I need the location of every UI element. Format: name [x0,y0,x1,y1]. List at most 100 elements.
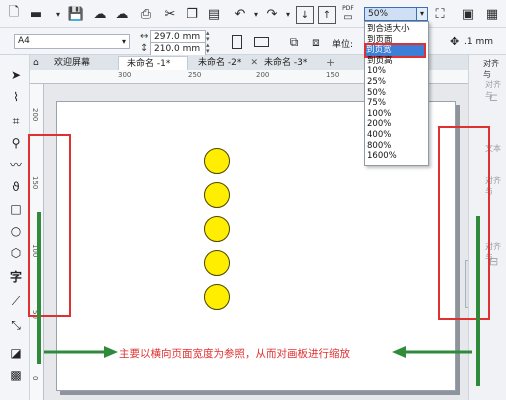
paste-icon[interactable]: ▤ [204,4,224,24]
page-size-select[interactable]: A4 ▾ [14,34,130,49]
landscape-icon[interactable] [254,37,269,47]
tab-untitled-2[interactable]: 未命名 -2* ✕ [190,56,262,70]
right-edge-highlight-box [438,126,490,320]
tab-label: 欢迎屏幕 [54,58,91,68]
nudge-distance-value[interactable]: .1 mm [464,37,493,47]
page-height-value: 210.0 mm [154,44,201,54]
new-document-icon[interactable]: 🗋 [4,4,24,24]
cloud-download-icon[interactable]: ☁ [112,4,132,24]
page-size-value: A4 [18,36,30,46]
all-pages-icon[interactable]: ⧉ [284,32,304,52]
yellow-circle[interactable] [204,148,230,174]
yellow-circle[interactable] [204,182,230,208]
zoom-option[interactable]: 75% [367,98,386,109]
right-page-edge-marker [476,216,480,386]
current-page-icon[interactable]: ⧈ [306,32,326,52]
annotation-text: 主要以横向页面宽度为参照，从而对画板进行缩放 [119,348,350,360]
zoom-dropdown-arrow-icon[interactable]: ▾ [416,7,428,21]
ruler-tick-label: 200 [256,71,270,79]
property-bar: A4 ▾ ↔ 297.0 mm ↕ 210.0 mm ▴ ▾ ▴ ▾ ⧉ ⧈ 单位: … [0,28,506,56]
zoom-option[interactable]: 到页高 [367,56,393,67]
pdf-label: PDF [342,5,354,12]
ruler-tick-label: 250 [188,71,202,79]
align-left-icon[interactable]: ⊏ [489,91,498,104]
pdf-doc-icon: ▭ [343,12,353,23]
left-page-edge-marker [37,212,41,364]
save-icon[interactable]: 💾 [66,4,86,24]
width-icon: ↔ [140,31,149,42]
freehand-tool-icon[interactable]: 〰 [8,157,24,173]
chevron-down-icon: ▾ [121,37,126,46]
zoom-option[interactable]: 25% [367,77,386,88]
tab-label: 未命名 -3* [264,58,308,68]
zoom-level-input[interactable]: 50% [364,7,417,21]
open-folder-icon[interactable]: ▬ [26,4,46,24]
cloud-upload-icon[interactable]: ☁ [90,4,110,24]
ellipse-tool-icon[interactable]: ○ [8,223,24,239]
drop-shadow-tool-icon[interactable]: ◪ [8,345,24,361]
parallel-dimension-tool-icon[interactable]: ⟋ [8,293,24,309]
tab-label: 未命名 -2* [198,58,242,68]
tab-welcome[interactable]: 欢迎屏幕 [48,56,118,70]
zoom-option[interactable]: 800% [367,141,391,152]
export-icon[interactable]: ↑ [318,6,336,24]
ruler-tick-label: 0 [31,376,39,381]
portrait-icon[interactable] [232,35,242,49]
yellow-circle[interactable] [204,284,230,310]
application-launcher-icon[interactable]: ▦ [482,4,502,24]
fill-tool-icon[interactable]: ▩ [8,367,24,383]
zoom-option[interactable]: 50% [367,88,386,99]
ruler-tick-label: 200 [31,108,39,122]
add-tab-button[interactable]: + [318,56,335,70]
ruler-tick-label: 300 [118,71,132,79]
artistic-media-tool-icon[interactable]: ϑ [8,179,24,195]
nudge-icon: ✥ [450,35,460,48]
zoom-option[interactable]: 400% [367,130,391,141]
zoom-option[interactable]: 100% [367,109,391,120]
tab-untitled-3[interactable]: 未命名 -3* [256,56,316,70]
import-icon[interactable]: ↓ [296,6,314,24]
crop-tool-icon[interactable]: ⌗ [8,113,24,129]
ruler-tick-label: 150 [326,71,340,79]
pick-tool-icon[interactable]: ➤ [8,67,24,83]
height-icon: ↕ [140,43,149,54]
zoom-option[interactable]: 1600% [367,151,397,162]
full-screen-icon[interactable]: ⛶ [430,4,450,24]
redo-dropdown-icon[interactable]: ▾ [278,4,298,24]
zoom-option[interactable]: 10% [367,66,386,77]
connector-tool-icon[interactable]: ⤡ [8,317,24,333]
dropdown-arrow-icon[interactable]: ▾ [48,4,68,24]
left-arrow-head-icon [104,346,118,358]
print-icon[interactable]: ⎙ [136,4,156,24]
copy-icon[interactable]: ❐ [182,4,202,24]
zoom-option[interactable]: 到合适大小 [367,24,410,35]
publish-pdf-icon[interactable]: PDF ▭ [338,4,358,24]
rectangle-tool-icon[interactable]: □ [8,201,24,217]
zoom-level-value: 50% [368,9,389,19]
polygon-tool-icon[interactable]: ⬡ [8,245,24,261]
zoom-option[interactable]: 200% [367,119,391,130]
yellow-circle[interactable] [204,216,230,242]
text-tool-icon[interactable]: 字 [8,269,24,285]
zoom-option[interactable]: 到页面 [367,35,393,46]
zoom-option-highlighted[interactable]: 到页宽 [364,43,426,58]
home-icon[interactable]: ⌂ [30,56,46,70]
toolbox: ➤ ⌇ ⌗ ⚲ 〰 ϑ □ ○ ⬡ 字 ⟋ ⤡ ◪ ▩ [0,55,30,400]
zoom-tool-icon[interactable]: ⚲ [8,135,24,151]
page-height-input[interactable]: 210.0 mm [150,42,206,56]
standard-toolbar: 🗋 ▬ ▾ 💾 ☁ ☁ ⎙ ✂ ❐ ▤ ↶ ▾ ↷ ▾ ↓ ↑ PDF ▭ 50… [0,0,506,28]
tab-label: 未命名 -1* [127,59,171,69]
yellow-circle[interactable] [204,250,230,276]
zoom-dropdown-list: 到合适大小 到页面 到页宽 到页高 10% 25% 50% 75% 100% 2… [364,21,429,166]
align-center-icon[interactable]: ⊟ [489,255,498,268]
page-width-value: 297.0 mm [154,32,201,42]
units-label: 单位: [332,40,354,50]
left-ruler-highlight-box [28,134,71,317]
right-arrow-head-icon [392,346,406,358]
size-stepper-icon[interactable]: ▴ ▾ ▴ ▾ [206,30,220,56]
cut-icon[interactable]: ✂ [160,4,180,24]
shape-tool-icon[interactable]: ⌇ [8,89,24,105]
show-rulers-icon[interactable]: ▣ [458,4,478,24]
docker-title: 对齐与 [483,59,499,79]
tab-untitled-1[interactable]: 未命名 -1* [118,56,188,70]
